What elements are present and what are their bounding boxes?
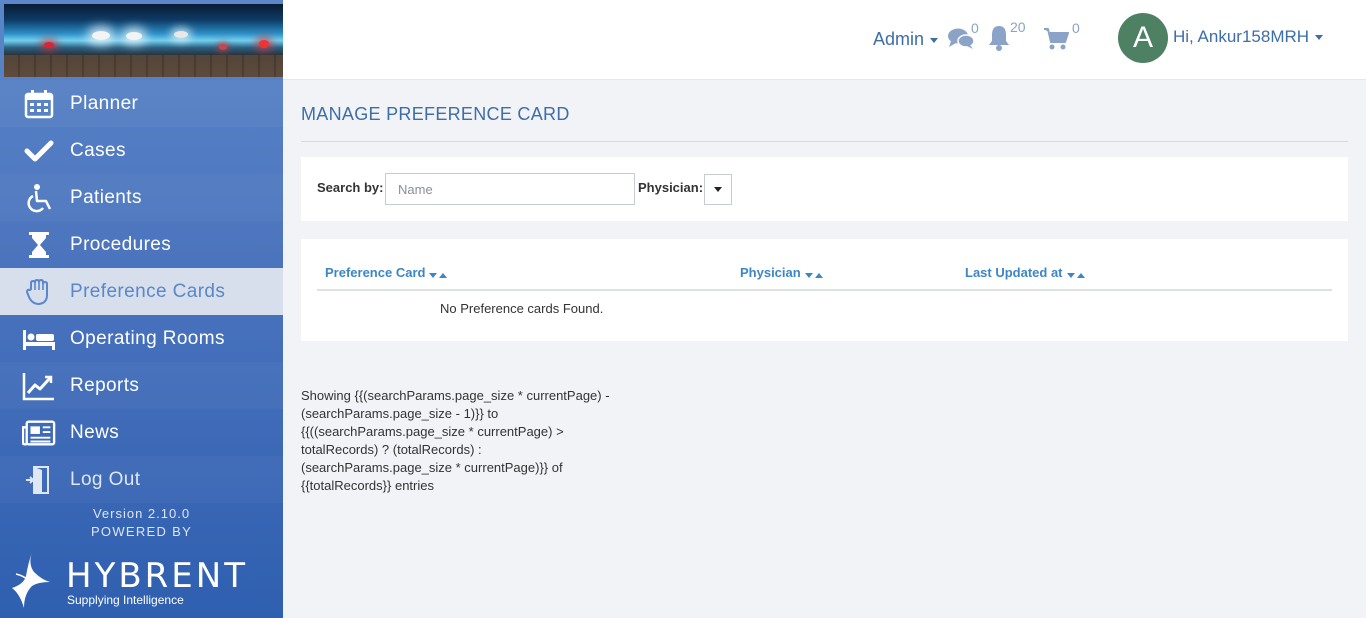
sidebar-nav: Planner Cases Patients Procedures Prefer… bbox=[0, 80, 283, 503]
newspaper-icon bbox=[22, 418, 56, 448]
sidebar-item-label: Log Out bbox=[70, 468, 141, 490]
sidebar-item-label: News bbox=[70, 421, 120, 443]
sidebar-item-procedures[interactable]: Procedures bbox=[0, 221, 283, 268]
search-label: Search by: bbox=[317, 180, 384, 195]
messages-count: 0 bbox=[971, 20, 979, 36]
calendar-icon bbox=[22, 89, 56, 119]
sidebar-item-label: Patients bbox=[70, 186, 142, 208]
sidebar-item-cases[interactable]: Cases bbox=[0, 127, 283, 174]
bed-icon bbox=[22, 324, 56, 354]
chart-line-icon bbox=[22, 371, 56, 401]
table-header-divider bbox=[317, 289, 1332, 291]
version-text: Version 2.10.0 bbox=[92, 506, 191, 521]
sidebar-item-label: Planner bbox=[70, 92, 139, 114]
page-title: MANAGE PREFERENCE CARD bbox=[301, 104, 570, 124]
column-header-label: Physician bbox=[740, 265, 801, 280]
sidebar-item-patients[interactable]: Patients bbox=[0, 174, 283, 221]
sort-icon[interactable] bbox=[429, 266, 448, 281]
pagination-summary: Showing {{(searchParams.page_size * curr… bbox=[301, 388, 610, 493]
header-banner-image bbox=[4, 4, 283, 77]
admin-label: Admin bbox=[873, 29, 925, 49]
user-menu[interactable]: Hi, Ankur158MRH bbox=[1173, 27, 1324, 47]
sidebar-item-label: Cases bbox=[70, 139, 126, 161]
brand-tagline: Supplying Intelligence bbox=[67, 593, 184, 607]
column-header-label: Preference Card bbox=[325, 265, 426, 280]
cart-icon[interactable] bbox=[1043, 27, 1069, 56]
powered-by-text: POWERED BY bbox=[90, 524, 193, 539]
hourglass-icon bbox=[22, 230, 56, 260]
brand-name: HYBRENT bbox=[66, 556, 248, 596]
admin-menu[interactable]: Admin bbox=[873, 29, 939, 50]
sidebar-item-news[interactable]: News bbox=[0, 409, 283, 456]
user-greeting: Hi, Ankur158MRH bbox=[1173, 27, 1310, 46]
sidebar-item-operating-rooms[interactable]: Operating Rooms bbox=[0, 315, 283, 362]
top-header: Admin 0 20 0 A Hi, Ankur158MRH bbox=[283, 0, 1366, 80]
chevron-down-icon bbox=[930, 37, 939, 43]
column-header-physician[interactable]: Physician bbox=[740, 265, 823, 281]
avatar[interactable]: A bbox=[1118, 13, 1168, 63]
cart-count: 0 bbox=[1072, 20, 1080, 36]
chevron-down-icon bbox=[1315, 35, 1324, 41]
wheelchair-icon bbox=[22, 183, 56, 213]
sidebar-item-label: Procedures bbox=[70, 233, 172, 255]
checkmark-icon bbox=[22, 136, 56, 166]
sidebar-item-logout[interactable]: Log Out bbox=[0, 456, 283, 503]
hand-icon bbox=[22, 277, 56, 307]
physician-select[interactable] bbox=[704, 174, 732, 205]
sidebar-item-label: Reports bbox=[70, 374, 140, 396]
sidebar-item-planner[interactable]: Planner bbox=[0, 80, 283, 127]
sidebar-item-preference-cards[interactable]: Preference Cards bbox=[0, 268, 283, 315]
dropdown-arrow-icon bbox=[714, 187, 722, 192]
door-exit-icon bbox=[22, 465, 56, 495]
sidebar-item-label: Preference Cards bbox=[70, 280, 226, 302]
sidebar-item-reports[interactable]: Reports bbox=[0, 362, 283, 409]
sidebar-item-label: Operating Rooms bbox=[70, 327, 225, 349]
bell-icon[interactable] bbox=[987, 24, 1011, 57]
column-header-preference-card[interactable]: Preference Card bbox=[325, 265, 448, 281]
column-header-label: Last Updated at bbox=[965, 265, 1063, 280]
hybrent-logo: HYBRENT Supplying Intelligence bbox=[10, 550, 270, 610]
search-input[interactable] bbox=[385, 173, 635, 205]
preference-cards-table: Preference Card Physician Last Updated a… bbox=[301, 239, 1348, 341]
empty-table-message: No Preference cards Found. bbox=[440, 301, 604, 316]
sidebar: Planner Cases Patients Procedures Prefer… bbox=[0, 0, 283, 618]
search-panel: Search by: Physician: bbox=[301, 157, 1348, 221]
sort-icon[interactable] bbox=[804, 266, 823, 281]
divider bbox=[301, 141, 1348, 142]
sort-icon[interactable] bbox=[1066, 266, 1085, 281]
column-header-last-updated[interactable]: Last Updated at bbox=[965, 265, 1085, 281]
physician-label: Physician: bbox=[638, 180, 704, 195]
notifications-count: 20 bbox=[1010, 19, 1026, 35]
